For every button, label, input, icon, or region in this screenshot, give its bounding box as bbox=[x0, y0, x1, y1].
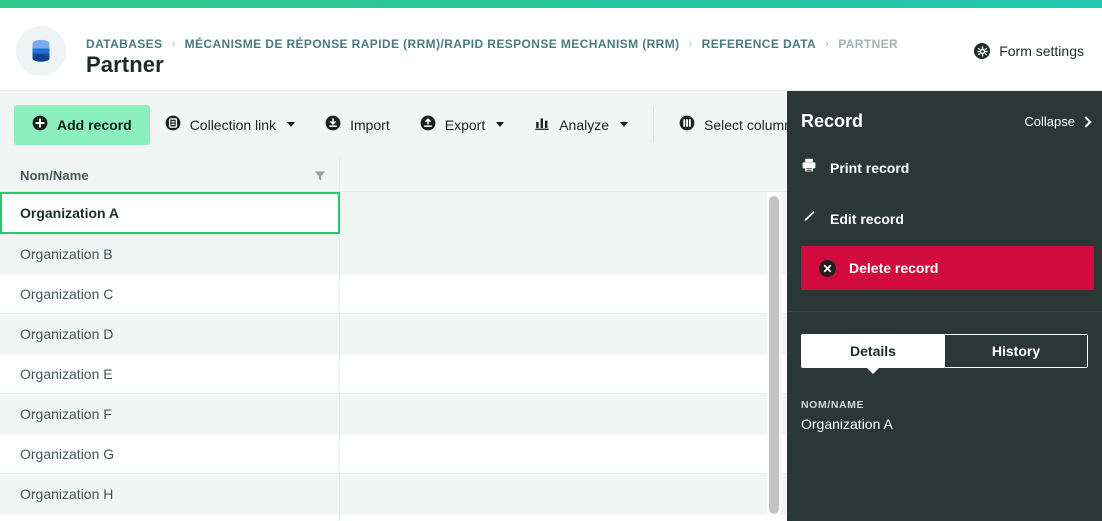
breadcrumb-separator: › bbox=[171, 38, 176, 50]
collection-link-label: Collection link bbox=[189, 116, 277, 133]
top-accent-bar bbox=[0, 0, 1102, 8]
record-toolbar: Add record Collection link Import Export… bbox=[0, 91, 787, 158]
tab-details[interactable]: Details bbox=[802, 335, 944, 374]
edit-record-button[interactable]: Edit record bbox=[801, 208, 904, 229]
import-icon bbox=[325, 115, 341, 134]
breadcrumb: DATABASES › MÉCANISME DE RÉPONSE RAPIDE … bbox=[86, 37, 898, 51]
page-header: DATABASES › MÉCANISME DE RÉPONSE RAPIDE … bbox=[0, 8, 1102, 91]
cell-empty bbox=[340, 474, 787, 514]
column-header-name-label: Nom/Name bbox=[20, 167, 89, 183]
select-columns-button[interactable]: Select columns bbox=[664, 105, 787, 145]
cell-name: Organization D bbox=[0, 314, 340, 354]
cell-empty bbox=[340, 234, 787, 274]
cell-empty bbox=[340, 394, 787, 434]
pencil-icon bbox=[801, 208, 817, 229]
breadcrumb-separator: › bbox=[688, 38, 693, 50]
delete-record-button[interactable]: Delete record bbox=[801, 246, 1094, 290]
select-columns-label: Select columns bbox=[704, 116, 787, 133]
edit-record-label: Edit record bbox=[830, 210, 904, 227]
cell-name: Organization H bbox=[0, 474, 340, 514]
export-label: Export bbox=[444, 116, 486, 133]
chevron-down-icon bbox=[287, 122, 296, 127]
columns-icon bbox=[679, 115, 695, 134]
table-row[interactable]: Organization D bbox=[0, 314, 787, 354]
analyze-button[interactable]: Analyze bbox=[519, 105, 643, 145]
breadcrumb-item-partner: PARTNER bbox=[838, 37, 899, 51]
column-header-name[interactable]: Nom/Name bbox=[0, 158, 340, 192]
gear-icon bbox=[974, 43, 991, 59]
breadcrumb-item-rrm[interactable]: MÉCANISME DE RÉPONSE RAPIDE (RRM)/RAPID … bbox=[185, 37, 680, 51]
printer-icon bbox=[801, 157, 817, 178]
cell-name: Organization C bbox=[0, 274, 340, 314]
print-record-button[interactable]: Print record bbox=[801, 157, 909, 178]
record-side-panel: Record Collapse Print record Edit record… bbox=[787, 91, 1102, 521]
page-title: Partner bbox=[86, 52, 164, 77]
detail-field-label: NOM/NAME bbox=[801, 399, 865, 411]
cell-name: Organization G bbox=[0, 434, 340, 474]
toolbar-divider bbox=[653, 106, 655, 143]
record-list[interactable]: Organization A Organization B Organizati… bbox=[0, 192, 787, 521]
table-row[interactable]: Organization H bbox=[0, 474, 787, 514]
table-row[interactable]: Organization B bbox=[0, 234, 787, 274]
form-settings-label: Form settings bbox=[999, 43, 1084, 59]
table-row[interactable] bbox=[0, 514, 787, 521]
record-panel-title: Record bbox=[801, 111, 864, 131]
table-header-row: Nom/Name bbox=[0, 158, 787, 192]
add-record-label: Add record bbox=[57, 116, 132, 133]
detail-field-value: Organization A bbox=[801, 416, 893, 432]
cell-empty bbox=[340, 314, 787, 354]
tab-history[interactable]: History bbox=[944, 335, 1087, 367]
cell-name bbox=[0, 514, 340, 521]
cell-name: Organization A bbox=[0, 192, 340, 234]
collapse-label: Collapse bbox=[1024, 114, 1075, 129]
delete-record-label: Delete record bbox=[849, 260, 939, 276]
table-row[interactable]: Organization E bbox=[0, 354, 787, 394]
details-history-tabs: Details History bbox=[801, 334, 1088, 374]
main-content-pane: Add record Collection link Import Export… bbox=[0, 91, 787, 521]
record-actions-section: Record Collapse Print record Edit record… bbox=[787, 91, 1102, 312]
tab-details-label: Details bbox=[850, 343, 896, 359]
chevron-down-icon bbox=[496, 122, 505, 127]
scrollbar-thumb[interactable] bbox=[769, 196, 779, 514]
cell-empty bbox=[340, 354, 787, 394]
table-row[interactable]: Organization A bbox=[0, 192, 787, 234]
import-button[interactable]: Import bbox=[310, 105, 405, 145]
table-row[interactable]: Organization F bbox=[0, 394, 787, 434]
table-row[interactable]: Organization G bbox=[0, 434, 787, 474]
chevron-right-icon bbox=[1080, 115, 1092, 128]
analyze-label: Analyze bbox=[559, 116, 610, 133]
export-button[interactable]: Export bbox=[405, 105, 519, 145]
cell-name: Organization B bbox=[0, 234, 340, 274]
chevron-down-icon bbox=[620, 122, 629, 127]
cell-name: Organization E bbox=[0, 354, 340, 394]
import-label: Import bbox=[350, 116, 390, 133]
cell-empty bbox=[340, 514, 787, 521]
vertical-scrollbar[interactable] bbox=[767, 192, 781, 521]
collapse-panel-button[interactable]: Collapse bbox=[1024, 114, 1092, 129]
plus-circle-icon bbox=[32, 115, 48, 134]
cell-name: Organization F bbox=[0, 394, 340, 434]
export-icon bbox=[420, 115, 436, 134]
detail-field: NOM/NAME Organization A bbox=[801, 399, 1088, 432]
table-row[interactable]: Organization C bbox=[0, 274, 787, 314]
cell-empty bbox=[340, 434, 787, 474]
breadcrumb-item-databases[interactable]: DATABASES bbox=[86, 37, 163, 51]
database-cylinder-icon bbox=[32, 39, 50, 62]
print-record-label: Print record bbox=[830, 159, 910, 176]
breadcrumb-separator: › bbox=[825, 38, 830, 50]
filter-icon[interactable] bbox=[314, 169, 326, 187]
form-settings-button[interactable]: Form settings bbox=[974, 43, 1084, 59]
cell-empty bbox=[340, 192, 787, 234]
add-record-button[interactable]: Add record bbox=[14, 104, 150, 145]
x-circle-icon bbox=[819, 259, 836, 277]
bar-chart-icon bbox=[534, 115, 550, 134]
record-details-section: Details History NOM/NAME Organization A bbox=[787, 312, 1102, 520]
app-root: DATABASES › MÉCANISME DE RÉPONSE RAPIDE … bbox=[0, 0, 1102, 521]
tab-history-label: History bbox=[991, 343, 1041, 359]
database-avatar bbox=[16, 26, 66, 76]
collection-link-button[interactable]: Collection link bbox=[150, 105, 310, 145]
link-badge-icon bbox=[165, 115, 181, 134]
cell-empty bbox=[340, 274, 787, 314]
breadcrumb-item-reference-data[interactable]: REFERENCE DATA bbox=[702, 37, 817, 51]
